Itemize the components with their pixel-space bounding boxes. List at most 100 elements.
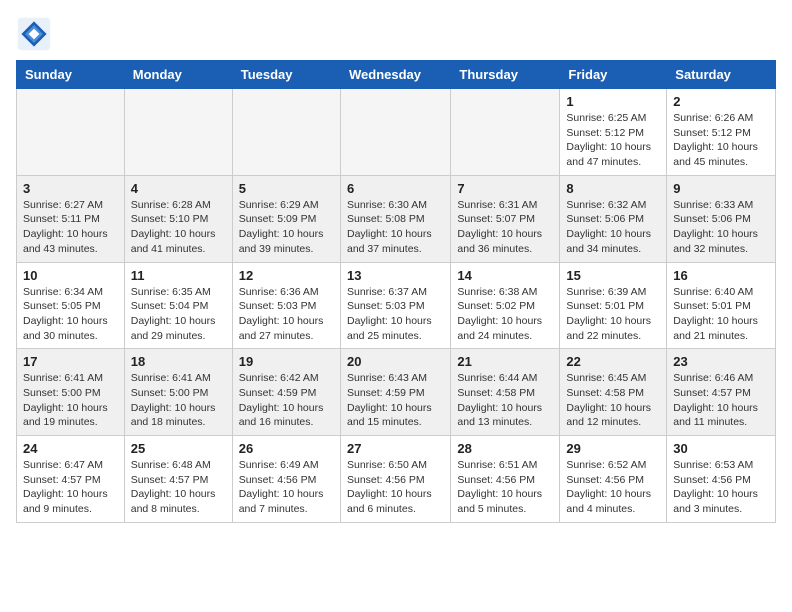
logo (16, 16, 58, 52)
calendar-cell: 29 Sunrise: 6:52 AM Sunset: 4:56 PM Dayli… (560, 436, 667, 523)
day-number: 9 (673, 181, 769, 196)
page-header (16, 16, 776, 52)
day-number: 8 (566, 181, 660, 196)
calendar-cell: 17 Sunrise: 6:41 AM Sunset: 5:00 PM Dayli… (17, 349, 125, 436)
logo-icon (16, 16, 52, 52)
day-info: Sunrise: 6:25 AM Sunset: 5:12 PM Dayligh… (566, 111, 660, 170)
weekday-header: Saturday (667, 61, 776, 89)
day-number: 10 (23, 268, 118, 283)
day-number: 7 (457, 181, 553, 196)
day-info: Sunrise: 6:45 AM Sunset: 4:58 PM Dayligh… (566, 371, 660, 430)
calendar-cell: 11 Sunrise: 6:35 AM Sunset: 5:04 PM Dayli… (124, 262, 232, 349)
day-info: Sunrise: 6:50 AM Sunset: 4:56 PM Dayligh… (347, 458, 444, 517)
day-info: Sunrise: 6:43 AM Sunset: 4:59 PM Dayligh… (347, 371, 444, 430)
calendar-cell: 18Sunrise: 6:41 AM Sunset: 5:00 PM Dayli… (124, 349, 232, 436)
calendar-cell: 14 Sunrise: 6:38 AM Sunset: 5:02 PM Dayli… (451, 262, 560, 349)
calendar-cell: 28 Sunrise: 6:51 AM Sunset: 4:56 PM Dayli… (451, 436, 560, 523)
day-number: 24 (23, 441, 118, 456)
day-info: Sunrise: 6:39 AM Sunset: 5:01 PM Dayligh… (566, 285, 660, 344)
day-number: 28 (457, 441, 553, 456)
calendar-cell: 15 Sunrise: 6:39 AM Sunset: 5:01 PM Dayli… (560, 262, 667, 349)
day-number: 20 (347, 354, 444, 369)
day-number: 26 (239, 441, 334, 456)
calendar-cell: 3 Sunrise: 6:27 AM Sunset: 5:11 PM Daylig… (17, 175, 125, 262)
day-number: 3 (23, 181, 118, 196)
calendar-cell (124, 89, 232, 176)
calendar-cell (232, 89, 340, 176)
day-info: Sunrise: 6:51 AM Sunset: 4:56 PM Dayligh… (457, 458, 553, 517)
day-number: 15 (566, 268, 660, 283)
day-number: 11 (131, 268, 226, 283)
day-number: 4 (131, 181, 226, 196)
day-info: Sunrise: 6:49 AM Sunset: 4:56 PM Dayligh… (239, 458, 334, 517)
day-number: 1 (566, 94, 660, 109)
day-number: 23 (673, 354, 769, 369)
day-info: Sunrise: 6:31 AM Sunset: 5:07 PM Dayligh… (457, 198, 553, 257)
calendar-cell: 21 Sunrise: 6:44 AM Sunset: 4:58 PM Dayli… (451, 349, 560, 436)
day-info: Sunrise: 6:44 AM Sunset: 4:58 PM Dayligh… (457, 371, 553, 430)
weekday-header: Monday (124, 61, 232, 89)
calendar-cell: 8 Sunrise: 6:32 AM Sunset: 5:06 PM Daylig… (560, 175, 667, 262)
calendar-cell: 25Sunrise: 6:48 AM Sunset: 4:57 PM Dayli… (124, 436, 232, 523)
day-number: 25 (131, 441, 226, 456)
day-info: Sunrise: 6:32 AM Sunset: 5:06 PM Dayligh… (566, 198, 660, 257)
calendar-cell (451, 89, 560, 176)
day-number: 12 (239, 268, 334, 283)
calendar-cell: 22 Sunrise: 6:45 AM Sunset: 4:58 PM Dayli… (560, 349, 667, 436)
day-number: 29 (566, 441, 660, 456)
calendar-cell: 20 Sunrise: 6:43 AM Sunset: 4:59 PM Dayli… (340, 349, 450, 436)
calendar-cell: 27 Sunrise: 6:50 AM Sunset: 4:56 PM Dayli… (340, 436, 450, 523)
weekday-header: Tuesday (232, 61, 340, 89)
calendar-cell (17, 89, 125, 176)
calendar-cell: 7 Sunrise: 6:31 AM Sunset: 5:07 PM Daylig… (451, 175, 560, 262)
calendar-cell: 5 Sunrise: 6:29 AM Sunset: 5:09 PM Daylig… (232, 175, 340, 262)
calendar-cell: 19 Sunrise: 6:42 AM Sunset: 4:59 PM Dayli… (232, 349, 340, 436)
weekday-header: Sunday (17, 61, 125, 89)
day-info: Sunrise: 6:29 AM Sunset: 5:09 PM Dayligh… (239, 198, 334, 257)
calendar-cell (340, 89, 450, 176)
calendar-cell: 4 Sunrise: 6:28 AM Sunset: 5:10 PM Daylig… (124, 175, 232, 262)
day-number: 18 (131, 354, 226, 369)
day-number: 19 (239, 354, 334, 369)
day-number: 21 (457, 354, 553, 369)
day-info: Sunrise: 6:38 AM Sunset: 5:02 PM Dayligh… (457, 285, 553, 344)
day-number: 22 (566, 354, 660, 369)
day-info: Sunrise: 6:35 AM Sunset: 5:04 PM Dayligh… (131, 285, 226, 344)
day-info: Sunrise: 6:40 AM Sunset: 5:01 PM Dayligh… (673, 285, 769, 344)
calendar-cell: 30 Sunrise: 6:53 AM Sunset: 4:56 PM Dayli… (667, 436, 776, 523)
calendar-cell: 23 Sunrise: 6:46 AM Sunset: 4:57 PM Dayli… (667, 349, 776, 436)
day-info: Sunrise: 6:37 AM Sunset: 5:03 PM Dayligh… (347, 285, 444, 344)
calendar-cell: 9 Sunrise: 6:33 AM Sunset: 5:06 PM Daylig… (667, 175, 776, 262)
day-number: 16 (673, 268, 769, 283)
weekday-header: Friday (560, 61, 667, 89)
day-info: Sunrise: 6:27 AM Sunset: 5:11 PM Dayligh… (23, 198, 118, 257)
day-number: 2 (673, 94, 769, 109)
day-info: Sunrise: 6:52 AM Sunset: 4:56 PM Dayligh… (566, 458, 660, 517)
calendar-cell: 6 Sunrise: 6:30 AM Sunset: 5:08 PM Daylig… (340, 175, 450, 262)
day-number: 14 (457, 268, 553, 283)
day-info: Sunrise: 6:46 AM Sunset: 4:57 PM Dayligh… (673, 371, 769, 430)
day-number: 17 (23, 354, 118, 369)
calendar-cell: 16 Sunrise: 6:40 AM Sunset: 5:01 PM Dayli… (667, 262, 776, 349)
day-info: Sunrise: 6:42 AM Sunset: 4:59 PM Dayligh… (239, 371, 334, 430)
day-number: 27 (347, 441, 444, 456)
weekday-header: Wednesday (340, 61, 450, 89)
day-info: Sunrise: 6:30 AM Sunset: 5:08 PM Dayligh… (347, 198, 444, 257)
day-number: 6 (347, 181, 444, 196)
day-info: Sunrise: 6:33 AM Sunset: 5:06 PM Dayligh… (673, 198, 769, 257)
day-info: Sunrise: 6:26 AM Sunset: 5:12 PM Dayligh… (673, 111, 769, 170)
calendar-table: SundayMondayTuesdayWednesdayThursdayFrid… (16, 60, 776, 523)
calendar-cell: 2 Sunrise: 6:26 AM Sunset: 5:12 PM Daylig… (667, 89, 776, 176)
calendar-cell: 10Sunrise: 6:34 AM Sunset: 5:05 PM Dayli… (17, 262, 125, 349)
day-info: Sunrise: 6:53 AM Sunset: 4:56 PM Dayligh… (673, 458, 769, 517)
day-info: Sunrise: 6:41 AM Sunset: 5:00 PM Dayligh… (23, 371, 118, 430)
calendar-cell: 13 Sunrise: 6:37 AM Sunset: 5:03 PM Dayli… (340, 262, 450, 349)
calendar-cell: 24 Sunrise: 6:47 AM Sunset: 4:57 PM Dayli… (17, 436, 125, 523)
calendar-cell: 26 Sunrise: 6:49 AM Sunset: 4:56 PM Dayli… (232, 436, 340, 523)
day-info: Sunrise: 6:28 AM Sunset: 5:10 PM Dayligh… (131, 198, 226, 257)
day-number: 30 (673, 441, 769, 456)
day-number: 13 (347, 268, 444, 283)
calendar-cell: 1 Sunrise: 6:25 AM Sunset: 5:12 PM Daylig… (560, 89, 667, 176)
day-number: 5 (239, 181, 334, 196)
day-info: Sunrise: 6:47 AM Sunset: 4:57 PM Dayligh… (23, 458, 118, 517)
